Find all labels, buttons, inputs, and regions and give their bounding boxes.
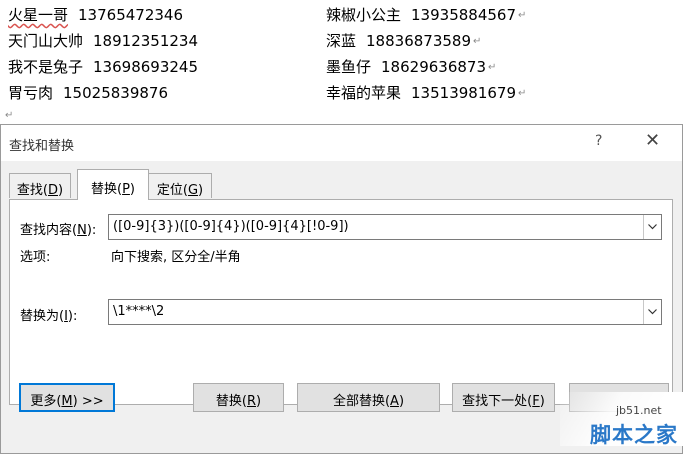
find-label: 查找内容(N): bbox=[20, 219, 96, 238]
replace-label: 替换为(I): bbox=[20, 305, 77, 324]
tab-goto[interactable]: 定位(G) bbox=[148, 173, 212, 198]
find-history-dropdown[interactable] bbox=[643, 215, 661, 239]
paragraph-mark-icon: ↵ bbox=[5, 110, 14, 121]
watermark-logo: 脚本之家 bbox=[590, 423, 678, 447]
contact-phone: 13935884567 bbox=[411, 6, 516, 24]
contact-name: 幸福的苹果 bbox=[326, 84, 402, 102]
more-accesskey: M bbox=[61, 394, 73, 409]
contact-phone: 18629636873 bbox=[381, 58, 486, 76]
more-button[interactable]: 更多(M) >> bbox=[19, 383, 115, 412]
replace-history-dropdown[interactable] bbox=[643, 300, 661, 324]
contact-entry: 天门山大帅 18912351234 bbox=[8, 30, 198, 51]
contact-name: 胃亏肉 bbox=[8, 84, 54, 102]
tab-replace[interactable]: 替换(P) bbox=[77, 169, 149, 200]
help-button[interactable]: ? bbox=[595, 133, 602, 149]
find-next-suffix: ) bbox=[539, 394, 545, 409]
contact-name: 火星一哥 bbox=[8, 6, 69, 24]
find-input[interactable]: ([0-9]{3})([0-9]{4})([0-9]{4}[!0-9]) bbox=[108, 214, 662, 240]
contact-phone: 18836873589 bbox=[366, 32, 471, 50]
contact-phone: 18912351234 bbox=[93, 32, 198, 50]
contact-name: 墨鱼仔 bbox=[326, 58, 372, 76]
tab-label: 定位( bbox=[156, 183, 188, 198]
contact-entry: 胃亏肉 15025839876 bbox=[8, 82, 168, 103]
replace-input[interactable]: \1****\2 bbox=[108, 299, 662, 325]
replace-all-suffix: ) bbox=[398, 394, 405, 409]
replace-all-button[interactable]: 全部替换(A) bbox=[297, 383, 440, 412]
find-input-value: ([0-9]{3})([0-9]{4})([0-9]{4}[!0-9]) bbox=[113, 219, 349, 234]
contact-phone: 13513981679 bbox=[411, 84, 516, 102]
contact-entry: 辣椒小公主 13935884567 ↵ bbox=[326, 4, 526, 25]
find-next-button[interactable]: 查找下一处(F) bbox=[452, 383, 555, 412]
contact-entry: 墨鱼仔 18629636873 ↵ bbox=[326, 56, 496, 77]
tab-label: 替换( bbox=[91, 182, 123, 197]
find-accesskey: N bbox=[77, 223, 87, 238]
tab-label-suffix: ) bbox=[198, 183, 204, 198]
watermark-url: jb51.net bbox=[616, 404, 662, 417]
tab-accesskey: P bbox=[122, 182, 130, 197]
replace-panel: 查找内容(N): ([0-9]{3})([0-9]{4})([0-9]{4}[!… bbox=[9, 199, 673, 405]
dialog-titlebar[interactable]: 查找和替换 ? ✕ bbox=[1, 125, 682, 161]
contact-name: 深蓝 bbox=[326, 32, 357, 50]
contact-entry: 深蓝 18836873589 ↵ bbox=[326, 30, 481, 51]
replace-button-label: 替换( bbox=[215, 394, 247, 409]
contact-entry: 我不是兔子 13698693245 bbox=[8, 56, 198, 77]
find-next-accesskey: F bbox=[532, 394, 540, 409]
paragraph-mark-icon: ↵ bbox=[488, 62, 497, 73]
replace-all-accesskey: A bbox=[390, 394, 399, 409]
options-value: 向下搜索, 区分全/半角 bbox=[111, 250, 241, 265]
paragraph-mark-icon: ↵ bbox=[518, 10, 527, 21]
replace-input-value: \1****\2 bbox=[113, 304, 165, 319]
tab-label: 查找( bbox=[16, 183, 48, 198]
replace-button-accesskey: R bbox=[246, 394, 257, 409]
find-label-text: 查找内容( bbox=[20, 223, 78, 238]
find-label-suffix: ): bbox=[86, 223, 97, 238]
contact-entry: 幸福的苹果 13513981679 ↵ bbox=[326, 82, 526, 103]
tab-label-suffix: ) bbox=[58, 183, 64, 198]
tab-label-suffix: ) bbox=[129, 182, 135, 197]
tab-find[interactable]: 查找(D) bbox=[9, 173, 71, 198]
replace-button-suffix: ) bbox=[256, 394, 262, 409]
contact-phone: 15025839876 bbox=[63, 84, 168, 102]
paragraph-mark-icon: ↵ bbox=[518, 88, 527, 99]
tab-accesskey: G bbox=[187, 183, 199, 198]
tab-accesskey: D bbox=[47, 183, 58, 198]
replace-label-suffix: ): bbox=[67, 309, 78, 324]
contact-name: 辣椒小公主 bbox=[326, 6, 402, 24]
find-next-label: 查找下一处( bbox=[462, 394, 533, 409]
more-button-suffix: ) >> bbox=[72, 394, 104, 409]
dialog-title: 查找和替换 bbox=[9, 139, 75, 154]
options-label: 选项: bbox=[20, 250, 51, 265]
more-button-label: 更多( bbox=[30, 394, 62, 409]
replace-button[interactable]: 替换(R) bbox=[193, 383, 284, 412]
contact-phone: 13765472346 bbox=[78, 6, 183, 24]
contact-name: 天门山大帅 bbox=[8, 32, 84, 50]
replace-all-label: 全部替换( bbox=[332, 394, 391, 409]
paragraph-mark-icon: ↵ bbox=[473, 36, 482, 47]
chevron-down-icon bbox=[648, 224, 657, 230]
close-button[interactable]: ✕ bbox=[645, 130, 660, 151]
replace-label-text: 替换为( bbox=[20, 309, 65, 324]
chevron-down-icon bbox=[648, 309, 657, 315]
contact-phone: 13698693245 bbox=[93, 58, 198, 76]
contact-entry: 火星一哥 13765472346 bbox=[8, 4, 183, 25]
contact-name: 我不是兔子 bbox=[8, 58, 84, 76]
